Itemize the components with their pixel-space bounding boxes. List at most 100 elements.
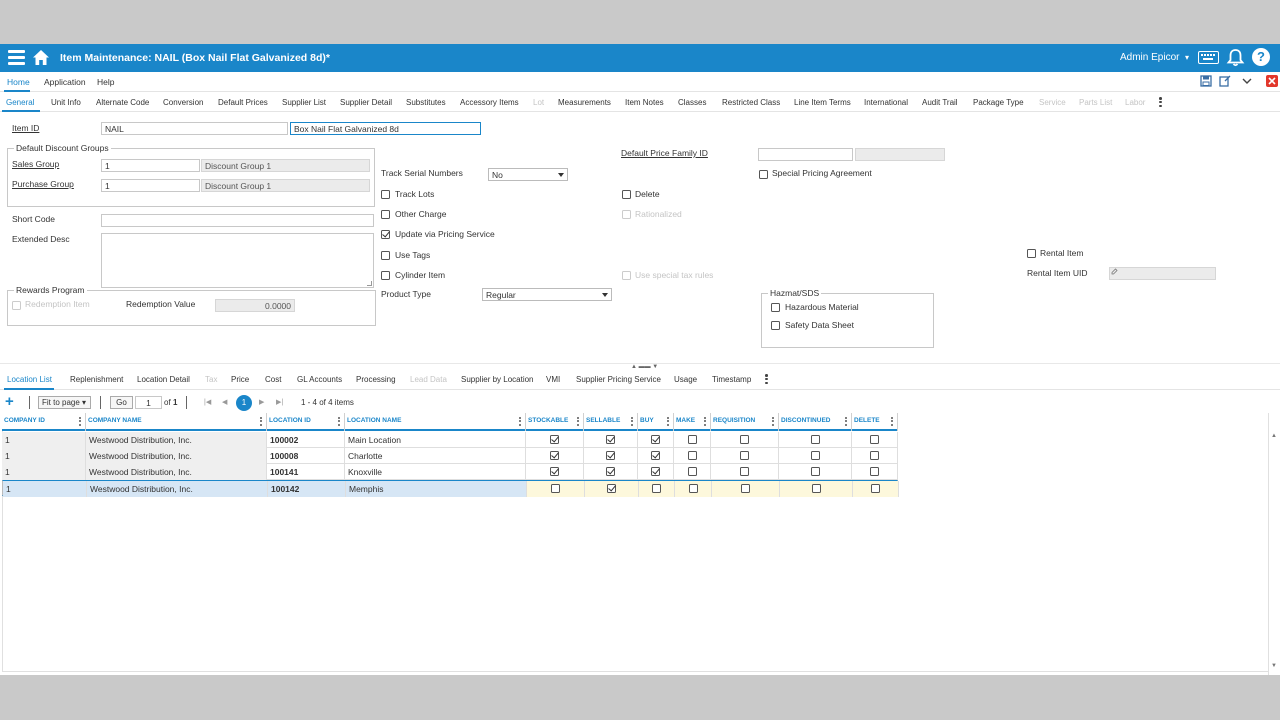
user-name[interactable]: Admin Epicor — [1120, 52, 1179, 63]
sales-group-input[interactable]: 1 — [101, 159, 200, 172]
buy-checkbox[interactable] — [651, 467, 660, 476]
column-header-stockable[interactable]: STOCKABLE — [526, 413, 584, 431]
cell-location-id[interactable]: 100142 — [268, 481, 346, 497]
column-header-buy[interactable]: BUY — [638, 413, 674, 431]
table-row[interactable]: 1 Westwood Distribution, Inc. 100002 Main L… — [2, 432, 898, 448]
cell-location-name[interactable]: Knoxville — [345, 464, 526, 480]
cell-company-id[interactable]: 1 — [2, 464, 86, 480]
column-header-company-id[interactable]: COMPANY ID — [2, 413, 86, 431]
buy-checkbox[interactable] — [651, 435, 660, 444]
tab-timestamp[interactable]: Timestamp — [712, 375, 751, 384]
column-menu-icon[interactable] — [577, 417, 579, 427]
column-menu-icon[interactable] — [260, 417, 262, 427]
column-menu-icon[interactable] — [845, 417, 847, 427]
short-code-input[interactable] — [101, 214, 374, 227]
hamburger-menu-icon[interactable] — [8, 50, 25, 66]
make-checkbox[interactable] — [688, 435, 697, 444]
buy-checkbox[interactable] — [651, 451, 660, 460]
go-button[interactable]: Go — [110, 396, 133, 409]
add-row-icon[interactable]: + — [5, 394, 14, 409]
discontinued-checkbox[interactable] — [811, 451, 820, 460]
track-lots-checkbox[interactable] — [381, 190, 390, 199]
save-and-close-icon[interactable] — [1219, 75, 1231, 87]
page-number-input[interactable]: 1 — [135, 396, 162, 409]
notifications-bell-icon[interactable] — [1226, 48, 1245, 67]
delete-checkbox[interactable] — [622, 190, 631, 199]
tab-supplier-by-location[interactable]: Supplier by Location — [461, 375, 534, 384]
fit-to-page-select[interactable]: Fit to page ▾ — [38, 396, 91, 409]
item-id-label[interactable]: Item ID — [12, 123, 39, 133]
cell-location-id[interactable]: 100008 — [267, 448, 345, 464]
delete-checkbox[interactable] — [871, 484, 880, 493]
cylinder-item-checkbox[interactable] — [381, 271, 390, 280]
delete-checkbox[interactable] — [870, 451, 879, 460]
tab-supplier-list[interactable]: Supplier List — [282, 98, 326, 107]
menu-application[interactable]: Application — [44, 77, 86, 87]
cell-company-name[interactable]: Westwood Distribution, Inc. — [86, 448, 267, 464]
tab-restricted-class[interactable]: Restricted Class — [722, 98, 780, 107]
column-header-location-name[interactable]: LOCATION NAME — [345, 413, 526, 431]
column-menu-icon[interactable] — [338, 417, 340, 427]
track-serial-numbers-select[interactable]: No — [488, 168, 568, 181]
tab-usage[interactable]: Usage — [674, 375, 697, 384]
column-menu-icon[interactable] — [704, 417, 706, 427]
tab-gl-accounts[interactable]: GL Accounts — [297, 375, 342, 384]
tab-supplier-detail[interactable]: Supplier Detail — [340, 98, 392, 107]
tab-measurements[interactable]: Measurements — [558, 98, 611, 107]
sellable-checkbox[interactable] — [606, 467, 615, 476]
close-icon[interactable] — [1266, 75, 1278, 87]
tab-package-type[interactable]: Package Type — [973, 98, 1024, 107]
more-tabs-icon[interactable] — [1159, 97, 1162, 108]
discontinued-checkbox[interactable] — [812, 484, 821, 493]
tab-classes[interactable]: Classes — [678, 98, 706, 107]
column-menu-icon[interactable] — [631, 417, 633, 427]
first-page-icon[interactable]: |◀ — [204, 398, 211, 406]
product-type-select[interactable]: Regular — [482, 288, 612, 301]
previous-page-icon[interactable]: ◀ — [222, 398, 227, 406]
cell-location-name[interactable]: Charlotte — [345, 448, 526, 464]
tab-processing[interactable]: Processing — [356, 375, 396, 384]
save-icon[interactable] — [1200, 75, 1212, 87]
item-id-input[interactable]: NAIL — [101, 122, 288, 135]
tab-audit-trail[interactable]: Audit Trail — [922, 98, 958, 107]
column-menu-icon[interactable] — [79, 417, 81, 427]
requisition-checkbox[interactable] — [741, 484, 750, 493]
column-header-discontinued[interactable]: DISCONTINUED — [779, 413, 852, 431]
menu-home[interactable]: Home — [7, 77, 30, 87]
tab-line-item-terms[interactable]: Line Item Terms — [794, 98, 851, 107]
column-menu-icon[interactable] — [891, 417, 893, 427]
cell-company-id[interactable]: 1 — [2, 448, 86, 464]
resize-grip-icon[interactable] — [367, 281, 372, 286]
column-menu-icon[interactable] — [772, 417, 774, 427]
default-price-family-id-input[interactable] — [758, 148, 853, 161]
column-menu-icon[interactable] — [667, 417, 669, 427]
make-checkbox[interactable] — [688, 451, 697, 460]
requisition-checkbox[interactable] — [740, 435, 749, 444]
use-tags-checkbox[interactable] — [381, 251, 390, 260]
grid-vertical-scrollbar[interactable]: ▲ ▼ — [1268, 413, 1278, 675]
rental-item-checkbox[interactable] — [1027, 249, 1036, 258]
stockable-checkbox[interactable] — [550, 435, 559, 444]
default-price-family-id-label[interactable]: Default Price Family ID — [621, 148, 708, 158]
discontinued-checkbox[interactable] — [811, 467, 820, 476]
cell-location-name[interactable]: Main Location — [345, 432, 526, 448]
tab-location-list[interactable]: Location List — [7, 375, 52, 384]
tab-general[interactable]: General — [6, 98, 34, 107]
cell-company-name[interactable]: Westwood Distribution, Inc. — [87, 481, 268, 497]
tab-cost[interactable]: Cost — [265, 375, 281, 384]
purchase-group-label[interactable]: Purchase Group — [12, 179, 74, 189]
tab-unit-info[interactable]: Unit Info — [51, 98, 81, 107]
expand-chevron-icon[interactable] — [1241, 75, 1253, 87]
column-menu-icon[interactable] — [519, 417, 521, 427]
scroll-down-icon[interactable]: ▼ — [1271, 663, 1277, 669]
table-row[interactable]: 1 Westwood Distribution, Inc. 100141 Knoxvi… — [2, 464, 898, 480]
more-location-tabs-icon[interactable] — [765, 374, 768, 385]
tab-alternate-code[interactable]: Alternate Code — [96, 98, 149, 107]
tab-conversion[interactable]: Conversion — [163, 98, 203, 107]
tab-substitutes[interactable]: Substitutes — [406, 98, 446, 107]
sellable-checkbox[interactable] — [607, 484, 616, 493]
sellable-checkbox[interactable] — [606, 451, 615, 460]
sales-group-label[interactable]: Sales Group — [12, 159, 59, 169]
item-description-input[interactable]: Box Nail Flat Galvanized 8d — [290, 122, 481, 135]
column-header-location-id[interactable]: LOCATION ID — [267, 413, 345, 431]
